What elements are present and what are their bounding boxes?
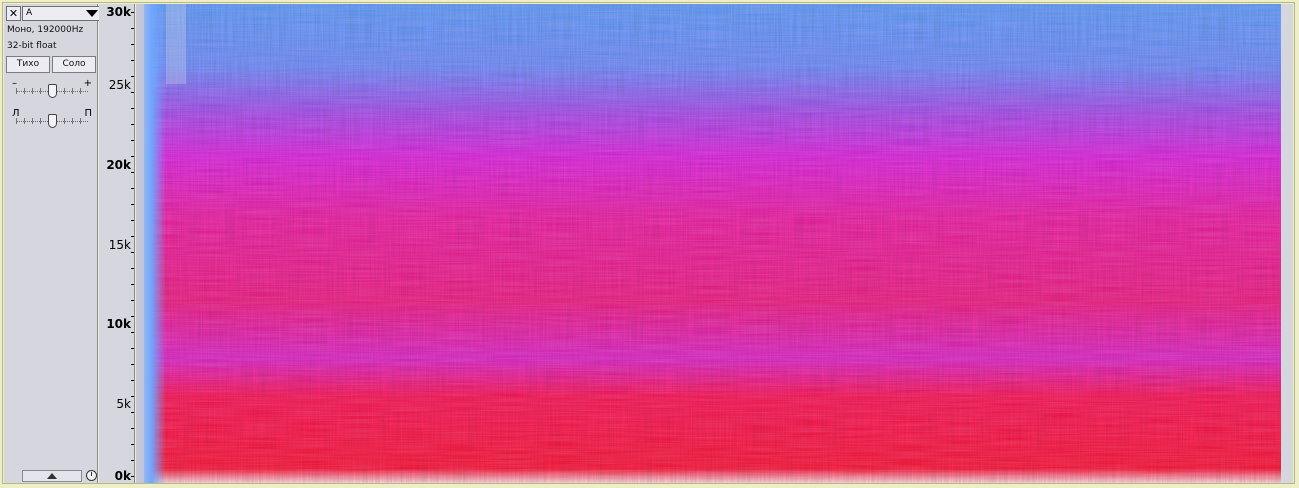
- ruler-tick-mark: [131, 76, 134, 77]
- ruler-tick-mark: [131, 412, 134, 413]
- ruler-tick-label: 25k: [108, 78, 131, 92]
- sync-lock-icon: [86, 470, 97, 481]
- ruler-tick-mark: [131, 108, 134, 109]
- spectrogram-top-fade: [166, 4, 186, 84]
- chevron-up-icon: [47, 473, 57, 479]
- ruler-tick-mark: [131, 124, 134, 125]
- mute-button[interactable]: Тихо: [6, 56, 50, 73]
- ruler-tick-label: 20k: [106, 158, 131, 172]
- ruler-tick-mark: [131, 204, 134, 205]
- spectrogram-horizontal-bands: [136, 4, 1281, 483]
- collapse-track-button[interactable]: [22, 470, 82, 482]
- ruler-tick-mark: [131, 476, 134, 477]
- gain-slider[interactable]: – +: [12, 78, 92, 102]
- ruler-tick-mark: [131, 348, 134, 349]
- ruler-tick-mark: [131, 300, 134, 301]
- ruler-tick-mark: [131, 12, 134, 13]
- track-bit-depth-info: 32-bit float: [7, 41, 57, 51]
- spectrogram-right-margin: [1281, 4, 1293, 483]
- ruler-tick-mark: [131, 236, 134, 237]
- ruler-tick-mark: [131, 332, 134, 333]
- ruler-tick-mark: [131, 188, 134, 189]
- ruler-tick-mark: [131, 316, 134, 317]
- ruler-tick-mark: [131, 444, 134, 445]
- ruler-tick-label: 30k: [106, 5, 131, 19]
- ruler-tick-mark: [131, 172, 134, 173]
- ruler-tick-mark: [131, 268, 134, 269]
- ruler-tick-mark: [131, 28, 134, 29]
- track-name-dropdown[interactable]: A: [22, 6, 102, 21]
- close-track-button[interactable]: ✕: [6, 6, 21, 21]
- ruler-tick-mark: [131, 284, 134, 285]
- ruler-tick-mark: [131, 60, 134, 61]
- ruler-tick-mark: [131, 220, 134, 221]
- chevron-down-icon: [86, 10, 98, 17]
- solo-button[interactable]: Соло: [52, 56, 96, 73]
- ruler-tick-label: 10k: [106, 317, 131, 331]
- ruler-tick-mark: [131, 380, 134, 381]
- track-control-panel: ✕ A Моно, 192000Hz 32-bit float Тихо Сол…: [4, 4, 102, 483]
- ruler-tick-label: 0k: [114, 469, 131, 483]
- spectrogram-view[interactable]: [136, 4, 1281, 483]
- ruler-tick-mark: [131, 428, 134, 429]
- ruler-tick-mark: [131, 92, 134, 93]
- pan-slider[interactable]: Л П: [12, 108, 92, 132]
- ruler-tick-label: 15k: [108, 238, 131, 252]
- spectrogram-onset-light: [136, 4, 144, 483]
- ruler-tick-mark: [131, 364, 134, 365]
- track-format-info: Моно, 192000Hz: [7, 25, 84, 35]
- ruler-tick-mark: [131, 156, 134, 157]
- frequency-ruler[interactable]: 30k 25k 20k 15k 10k 5k 0k: [99, 4, 135, 483]
- track-name-label: A: [26, 8, 33, 18]
- pan-slider-thumb[interactable]: [48, 114, 57, 128]
- ruler-tick-mark: [131, 460, 134, 461]
- ruler-tick-label: 5k: [116, 397, 131, 411]
- gain-slider-thumb[interactable]: [48, 84, 57, 98]
- ruler-tick-mark: [131, 140, 134, 141]
- ruler-tick-mark: [131, 252, 134, 253]
- ruler-tick-mark: [131, 396, 134, 397]
- ruler-tick-mark: [131, 44, 134, 45]
